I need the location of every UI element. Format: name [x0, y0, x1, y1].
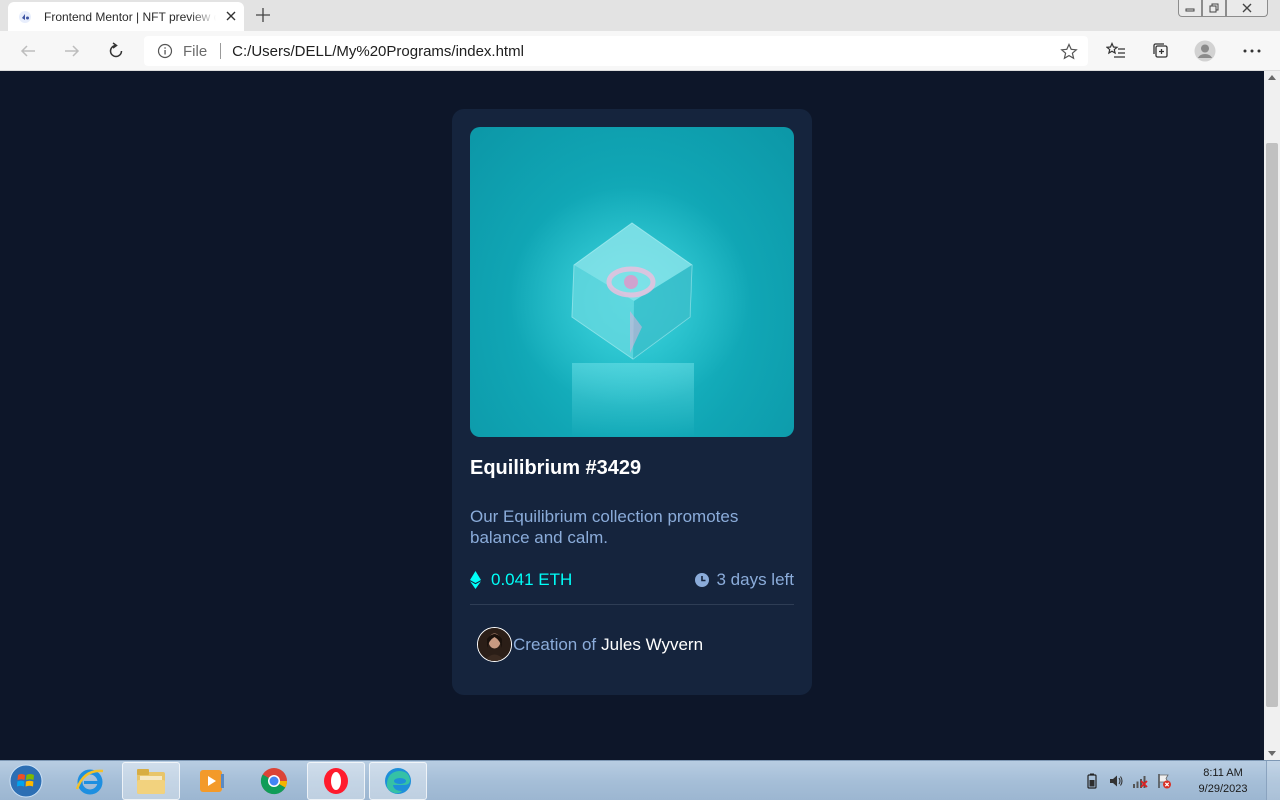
info-icon[interactable] [157, 43, 173, 59]
internet-explorer-icon[interactable] [61, 762, 119, 800]
forward-arrow-icon[interactable] [61, 40, 83, 62]
price: 0.041 ETH [470, 570, 572, 590]
minimize-icon[interactable] [1178, 0, 1202, 17]
favorites-list-icon[interactable] [1105, 40, 1127, 62]
nft-meta-row: 0.041 ETH 3 days left [470, 570, 794, 594]
time-left-value: 3 days left [716, 570, 795, 589]
nft-title[interactable]: Equilibrium #3429 [470, 457, 794, 480]
scroll-down-arrow-icon[interactable] [1268, 751, 1276, 756]
scroll-thumb[interactable] [1266, 143, 1278, 707]
media-player-icon[interactable] [183, 762, 241, 800]
close-tab-icon[interactable] [224, 9, 238, 23]
creator-avatar [477, 627, 512, 662]
address-scheme-label: File [183, 42, 208, 60]
price-value: 0.041 ETH [491, 570, 573, 589]
start-button-windows-orb-icon[interactable] [6, 762, 46, 800]
window-controls [1178, 0, 1268, 17]
windows-taskbar: 8:11 AM 9/29/2023 [0, 760, 1280, 800]
nft-preview-card: Equilibrium #3429 Our Equilibrium collec… [452, 109, 812, 695]
clock-time: 8:11 AM [1203, 767, 1243, 779]
profile-avatar-icon[interactable] [1194, 40, 1216, 62]
browser-tab[interactable]: Frontend Mentor | NFT preview card compo… [8, 2, 244, 31]
time-left: 3 days left [694, 570, 795, 590]
back-arrow-icon[interactable] [17, 40, 39, 62]
card-divider [470, 604, 794, 605]
network-icon[interactable] [1132, 773, 1148, 789]
file-explorer-icon[interactable] [122, 762, 180, 800]
battery-icon[interactable] [1084, 773, 1100, 789]
address-separator [220, 43, 222, 59]
page-scrollbar[interactable] [1264, 71, 1280, 760]
show-desktop-button[interactable] [1266, 761, 1280, 800]
clock-date: 9/29/2023 [1198, 783, 1248, 795]
tab-title: Frontend Mentor | NFT preview card compo… [44, 9, 216, 24]
more-options-icon[interactable] [1241, 40, 1263, 62]
add-favorite-star-icon[interactable] [1060, 43, 1078, 61]
creator-prefix: Creation of [513, 634, 597, 654]
taskbar-clock[interactable]: 8:11 AM 9/29/2023 [1184, 765, 1262, 797]
clock-icon [694, 573, 709, 587]
browser-toolbar: File C:/Users/DELL/My%20Programs/index.h… [0, 31, 1280, 71]
system-tray: 8:11 AM 9/29/2023 [1084, 761, 1280, 800]
restore-icon[interactable] [1202, 0, 1226, 17]
ethereum-icon [470, 571, 481, 589]
close-window-icon[interactable] [1226, 0, 1268, 17]
refresh-icon[interactable] [105, 40, 127, 62]
nft-image-equilibrium[interactable] [470, 127, 794, 437]
nft-description: Our Equilibrium collection promotes bala… [470, 507, 739, 547]
frontend-mentor-favicon-icon [18, 10, 32, 24]
creator-row: Creation of Jules Wyvern [470, 627, 794, 662]
address-bar[interactable]: File C:/Users/DELL/My%20Programs/index.h… [144, 36, 1088, 66]
chrome-icon[interactable] [245, 762, 303, 800]
action-center-flag-icon[interactable] [1156, 773, 1172, 789]
address-url[interactable]: C:/Users/DELL/My%20Programs/index.html [232, 43, 524, 60]
tab-strip: Frontend Mentor | NFT preview card compo… [0, 0, 1280, 31]
volume-icon[interactable] [1108, 773, 1124, 789]
creator-name-link[interactable]: Jules Wyvern [601, 635, 703, 655]
opera-icon[interactable] [307, 762, 365, 800]
page-viewport: Equilibrium #3429 Our Equilibrium collec… [0, 71, 1264, 760]
new-tab-icon[interactable] [254, 6, 272, 24]
edge-icon[interactable] [369, 762, 427, 800]
collections-icon[interactable] [1150, 40, 1172, 62]
scroll-up-arrow-icon[interactable] [1268, 75, 1276, 80]
